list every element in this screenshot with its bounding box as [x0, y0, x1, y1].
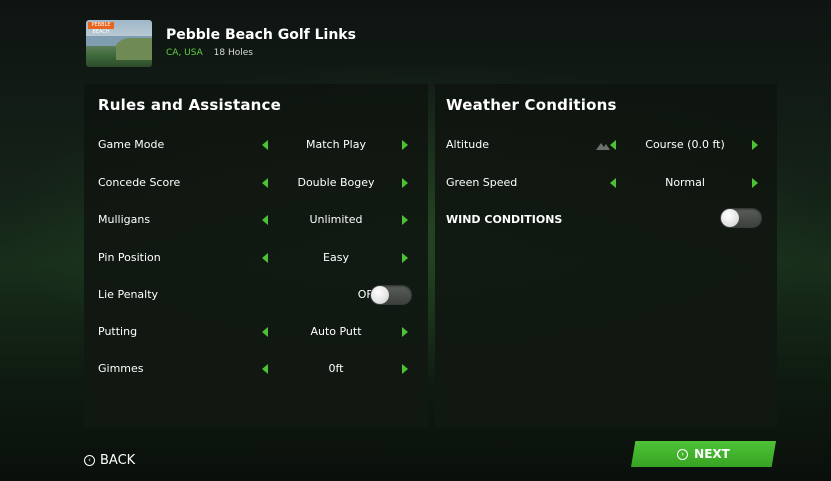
pin-position-row: Pin Position Easy [98, 248, 418, 268]
putting-label: Putting [98, 325, 138, 338]
gimmes-prev-arrow-icon[interactable] [262, 364, 268, 374]
game-mode-prev-arrow-icon[interactable] [262, 140, 268, 150]
altitude-value: Course (0.0 ft) [645, 138, 725, 151]
wind-conditions-toggle[interactable] [720, 208, 762, 228]
mulligans-label: Mulligans [98, 213, 151, 226]
gimmes-value: 0ft [328, 362, 344, 375]
next-icon: › [677, 448, 689, 460]
course-thumbnail: PEBBLE BEACH [86, 20, 152, 67]
next-label: NEXT [694, 447, 730, 461]
mountain-icon [596, 143, 610, 150]
gimmes-next-arrow-icon[interactable] [402, 364, 408, 374]
concede-score-next-arrow-icon[interactable] [402, 178, 408, 188]
green-speed-row: Green Speed Normal [446, 173, 766, 193]
back-label: BACK [100, 453, 136, 468]
lie-penalty-toggle[interactable] [370, 285, 412, 305]
game-mode-label: Game Mode [98, 138, 165, 151]
wind-conditions-row: WIND CONDITIONS [446, 208, 766, 230]
gimmes-row: Gimmes 0ft [98, 359, 418, 379]
course-thumbnail-tag: PEBBLE BEACH [88, 22, 114, 35]
putting-next-arrow-icon[interactable] [402, 327, 408, 337]
wind-conditions-label: WIND CONDITIONS [446, 213, 563, 226]
altitude-row: Altitude Course (0.0 ft) [446, 135, 766, 155]
putting-value: Auto Putt [310, 325, 362, 338]
back-icon: ‹ [84, 455, 95, 466]
concede-score-label: Concede Score [98, 176, 181, 189]
pin-position-value: Easy [323, 251, 349, 264]
game-mode-value: Match Play [305, 138, 366, 151]
lie-penalty-label: Lie Penalty [98, 288, 159, 301]
back-button[interactable]: ‹ BACK [84, 453, 135, 468]
course-meta: CA, USA 18 Holes [166, 48, 253, 58]
mulligans-value: Unlimited [309, 213, 363, 226]
concede-score-row: Concede Score Double Bogey [98, 173, 418, 193]
pin-position-next-arrow-icon[interactable] [402, 253, 408, 263]
weather-panel: Weather Conditions Altitude Course (0.0 … [435, 84, 777, 427]
toggle-knob [721, 209, 739, 227]
concede-score-value: Double Bogey [297, 176, 375, 189]
game-mode-next-arrow-icon[interactable] [402, 140, 408, 150]
mulligans-next-arrow-icon[interactable] [402, 215, 408, 225]
rules-panel: Rules and Assistance Game Mode Match Pla… [84, 84, 428, 427]
altitude-prev-arrow-icon[interactable] [610, 140, 616, 150]
altitude-label: Altitude [446, 138, 489, 151]
green-speed-prev-arrow-icon[interactable] [610, 178, 616, 188]
lie-penalty-value: OFF [357, 288, 379, 301]
putting-prev-arrow-icon[interactable] [262, 327, 268, 337]
mulligans-prev-arrow-icon[interactable] [262, 215, 268, 225]
pin-position-prev-arrow-icon[interactable] [262, 253, 268, 263]
next-button[interactable]: › NEXT [631, 441, 776, 467]
green-speed-next-arrow-icon[interactable] [752, 178, 758, 188]
rules-title: Rules and Assistance [98, 96, 282, 114]
putting-row: Putting Auto Putt [98, 322, 418, 342]
weather-title: Weather Conditions [446, 96, 617, 114]
lie-penalty-row: Lie Penalty OFF [98, 285, 418, 305]
green-speed-label: Green Speed [446, 176, 518, 189]
course-name: Pebble Beach Golf Links [166, 27, 356, 43]
concede-score-prev-arrow-icon[interactable] [262, 178, 268, 188]
pin-position-label: Pin Position [98, 251, 161, 264]
gimmes-label: Gimmes [98, 362, 144, 375]
green-speed-value: Normal [665, 176, 705, 189]
altitude-next-arrow-icon[interactable] [752, 140, 758, 150]
game-mode-row: Game Mode Match Play [98, 135, 418, 155]
mulligans-row: Mulligans Unlimited [98, 210, 418, 230]
course-holes: 18 Holes [213, 48, 253, 58]
toggle-knob [371, 286, 389, 304]
course-location: CA, USA [166, 48, 203, 58]
